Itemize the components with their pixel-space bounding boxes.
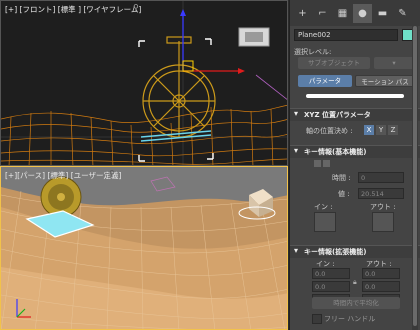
collapse-icon: ▾ bbox=[294, 109, 299, 118]
adv-out-field-1[interactable]: 0.0 bbox=[362, 268, 400, 279]
plus-icon[interactable]: + bbox=[293, 4, 312, 23]
perspective-viewport-label[interactable]: [+][パース] [標準] [ユーザー定義] bbox=[5, 170, 121, 181]
subobject-button[interactable]: サブオブジェクト bbox=[298, 57, 370, 69]
display-icon[interactable]: ▬ bbox=[373, 4, 392, 23]
prev-key-button[interactable] bbox=[314, 160, 321, 167]
object-name-field[interactable]: Plane002 bbox=[294, 29, 398, 41]
wheel-wireframe bbox=[142, 36, 216, 138]
adv-in-field-1[interactable]: 0.0 bbox=[312, 268, 350, 279]
subobject-dropdown[interactable]: ▾ bbox=[374, 57, 414, 69]
out-tangent-button[interactable] bbox=[372, 212, 394, 232]
out-label: アウト : bbox=[370, 203, 396, 211]
viewcube-icon bbox=[238, 27, 270, 47]
hierarchy-icon[interactable]: ▦ bbox=[333, 4, 352, 23]
command-panel-tabs: + ⌐ ▦ ● ▬ ✎ bbox=[290, 0, 420, 26]
front-viewport-canvas bbox=[1, 1, 287, 165]
normalize-time-button[interactable]: 時間内で平均化 bbox=[312, 297, 400, 309]
perspective-viewport[interactable]: [+][パース] [標準] [ユーザー定義] ⚲ bbox=[0, 166, 288, 330]
divider-bar bbox=[306, 94, 404, 98]
selection-brackets bbox=[138, 38, 214, 162]
key-basic-rollout-title: キー情報(基本機能) bbox=[304, 148, 367, 156]
axis-x-button[interactable]: X bbox=[364, 125, 374, 135]
panel-scrollbar[interactable] bbox=[412, 26, 418, 330]
front-viewport[interactable]: [+] [フロント] [標準 ] [ワイヤフレーム] ⚲ bbox=[0, 0, 288, 166]
filter-icon[interactable]: ⚲ bbox=[133, 3, 139, 12]
key-adv-rollout-title: キー情報(拡張機能) bbox=[304, 248, 367, 256]
perspective-viewport-canvas bbox=[1, 167, 287, 329]
key-basic-rollout-header[interactable]: ▾ キー情報(基本機能) ⋮ bbox=[290, 145, 420, 158]
in-label: イン : bbox=[314, 203, 333, 211]
terrain-wireframe bbox=[1, 105, 287, 165]
free-handle-label: フリー ハンドル bbox=[324, 315, 376, 323]
motion-icon[interactable]: ● bbox=[353, 3, 372, 23]
axis-y-button[interactable]: Y bbox=[376, 125, 386, 135]
selection-level-label: 選択レベル: bbox=[294, 48, 332, 56]
next-key-button[interactable] bbox=[323, 160, 330, 167]
filter-icon[interactable]: ⚲ bbox=[109, 169, 115, 178]
time-label: 時間 : bbox=[332, 174, 351, 182]
front-viewport-label[interactable]: [+] [フロント] [標準 ] [ワイヤフレーム] bbox=[5, 4, 141, 15]
adv-out-field-2[interactable]: 0.0 bbox=[362, 281, 400, 292]
scrollbar-thumb[interactable] bbox=[413, 26, 417, 326]
parameters-button[interactable]: パラメータ bbox=[298, 75, 352, 87]
xyz-rollout-title: XYZ 位置パラメータ bbox=[304, 111, 371, 119]
value-field[interactable]: 20.514 bbox=[358, 188, 404, 199]
collapse-icon: ▾ bbox=[294, 246, 299, 255]
axis-z-button[interactable]: Z bbox=[388, 125, 398, 135]
xyz-rollout-header[interactable]: ▾ XYZ 位置パラメータ ⋮ bbox=[290, 108, 420, 121]
command-panel: + ⌐ ▦ ● ▬ ✎ Plane002 選択レベル: サブオブジェクト ▾ パ… bbox=[289, 0, 420, 330]
free-handle-checkbox[interactable] bbox=[312, 314, 322, 324]
lock-icon[interactable]: 🔒︎ bbox=[353, 278, 357, 287]
utilities-icon[interactable]: ✎ bbox=[393, 4, 412, 23]
collapse-icon: ▾ bbox=[294, 146, 299, 155]
axis-label: 軸の位置決め : bbox=[306, 127, 353, 135]
modify-icon[interactable]: ⌐ bbox=[313, 4, 332, 23]
motion-path-button[interactable]: モーション パス bbox=[355, 75, 415, 87]
value-label: 値 : bbox=[338, 190, 350, 198]
time-field[interactable]: 0 bbox=[358, 172, 404, 183]
key-adv-rollout-header[interactable]: ▾ キー情報(拡張機能) ⋮ bbox=[290, 245, 420, 258]
adv-in-field-2[interactable]: 0.0 bbox=[312, 281, 350, 292]
in-tangent-button[interactable] bbox=[314, 212, 336, 232]
